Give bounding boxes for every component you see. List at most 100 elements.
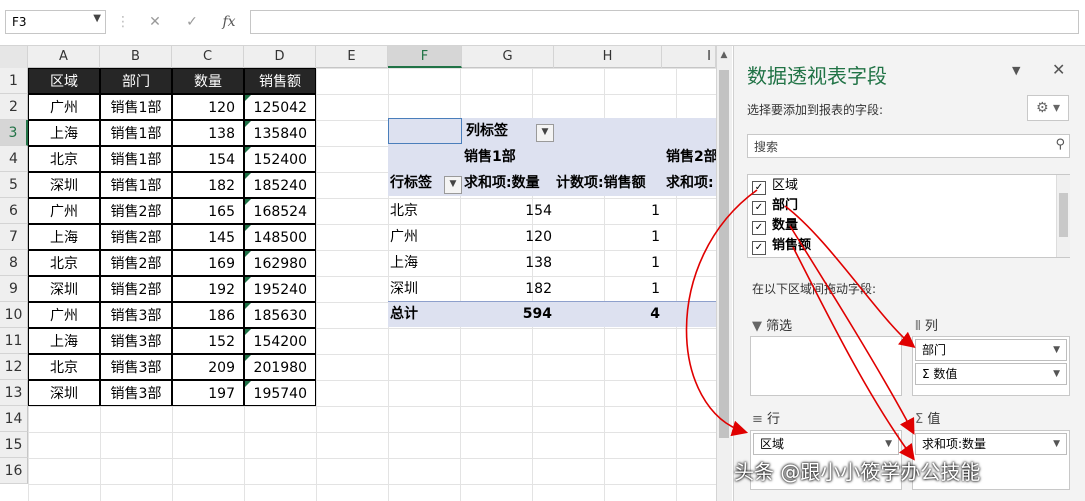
table-cell[interactable]: 销售2部 <box>100 198 172 224</box>
table-cell[interactable]: 201980 <box>244 354 316 380</box>
pivot-value[interactable]: 138 <box>464 250 552 276</box>
gear-icon[interactable]: ⚙ ▾ <box>1027 95 1069 121</box>
scroll-up-icon[interactable]: ▲ <box>716 50 732 64</box>
column-header-f[interactable]: F <box>388 46 462 68</box>
table-cell[interactable]: 120 <box>172 94 244 120</box>
pivot-value[interactable]: 120 <box>464 224 552 250</box>
cancel-icon[interactable]: ✕ <box>140 10 170 34</box>
enter-icon[interactable]: ✓ <box>177 10 207 34</box>
column-filter-dropdown-icon[interactable]: ▼ <box>536 124 554 142</box>
column-header-c[interactable]: C <box>172 46 244 68</box>
table-cell[interactable]: 209 <box>172 354 244 380</box>
table-cell[interactable]: 销售3部 <box>100 328 172 354</box>
filter-drop-zone[interactable] <box>750 336 902 396</box>
pivot-row-label[interactable]: 北京 <box>390 198 460 224</box>
pivot-value[interactable]: 1 <box>556 224 660 250</box>
column-header-e[interactable]: E <box>316 46 388 68</box>
table-cell[interactable]: 154200 <box>244 328 316 354</box>
table-cell[interactable]: 深圳 <box>28 276 100 302</box>
table-cell[interactable]: 销售3部 <box>100 302 172 328</box>
table-cell[interactable]: 广州 <box>28 94 100 120</box>
header-cell-qty[interactable]: 数量 <box>172 68 244 94</box>
chevron-down-icon[interactable]: ▼ <box>885 434 892 454</box>
row-header[interactable]: 6 <box>0 198 28 224</box>
field-list-scrollbar[interactable] <box>1056 175 1070 257</box>
table-cell[interactable]: 销售1部 <box>100 94 172 120</box>
row-header[interactable]: 7 <box>0 224 28 250</box>
column-header-d[interactable]: D <box>244 46 316 68</box>
table-cell[interactable]: 北京 <box>28 250 100 276</box>
table-cell[interactable]: 168524 <box>244 198 316 224</box>
field-item-sales[interactable]: ✓ 销售额 <box>752 237 811 255</box>
row-header[interactable]: 2 <box>0 94 28 120</box>
table-cell[interactable]: 182 <box>172 172 244 198</box>
checkbox-checked-icon[interactable]: ✓ <box>752 181 766 195</box>
column-header-b[interactable]: B <box>100 46 172 68</box>
table-cell[interactable]: 195740 <box>244 380 316 406</box>
pivot-row-label[interactable]: 广州 <box>390 224 460 250</box>
row-header[interactable]: 13 <box>0 380 28 406</box>
row-header[interactable]: 1 <box>0 68 28 94</box>
column-header-g[interactable]: G <box>462 46 554 68</box>
column-header-a[interactable]: A <box>28 46 100 68</box>
row-header[interactable]: 14 <box>0 406 28 432</box>
pivot-total-value[interactable]: 594 <box>464 301 552 327</box>
insert-function-icon[interactable]: fx <box>214 10 244 34</box>
field-list-scroll-thumb[interactable] <box>1059 193 1068 237</box>
table-cell[interactable]: 192 <box>172 276 244 302</box>
header-cell-dept[interactable]: 部门 <box>100 68 172 94</box>
table-cell[interactable]: 186 <box>172 302 244 328</box>
table-cell[interactable]: 广州 <box>28 198 100 224</box>
checkbox-checked-icon[interactable]: ✓ <box>752 201 766 215</box>
row-header[interactable]: 8 <box>0 250 28 276</box>
table-cell[interactable]: 广州 <box>28 302 100 328</box>
select-all-corner[interactable] <box>0 46 28 68</box>
table-cell[interactable]: 上海 <box>28 224 100 250</box>
table-cell[interactable]: 销售2部 <box>100 276 172 302</box>
table-cell[interactable]: 185630 <box>244 302 316 328</box>
chevron-down-icon[interactable]: ▼ <box>1053 364 1060 384</box>
column-field-values[interactable]: Σ 数值 ▼ <box>915 363 1067 385</box>
row-header[interactable]: 16 <box>0 458 28 484</box>
pivot-value[interactable]: 1 <box>556 250 660 276</box>
table-cell[interactable]: 深圳 <box>28 172 100 198</box>
row-header[interactable]: 15 <box>0 432 28 458</box>
table-cell[interactable]: 北京 <box>28 354 100 380</box>
pivot-value[interactable]: 1 <box>556 276 660 302</box>
table-cell[interactable]: 销售1部 <box>100 146 172 172</box>
table-cell[interactable]: 销售3部 <box>100 380 172 406</box>
chevron-down-icon[interactable]: ▼ <box>1053 340 1060 360</box>
column-header-h[interactable]: H <box>554 46 662 68</box>
table-cell[interactable]: 148500 <box>244 224 316 250</box>
panel-options-chevron-icon[interactable]: ▼ <box>1012 64 1020 77</box>
table-cell[interactable]: 154 <box>172 146 244 172</box>
value-field-sum-qty[interactable]: 求和项:数量 ▼ <box>915 433 1067 455</box>
table-cell[interactable]: 销售2部 <box>100 224 172 250</box>
close-icon[interactable]: ✕ <box>1052 60 1065 79</box>
table-cell[interactable]: 135840 <box>244 120 316 146</box>
column-field-dept[interactable]: 部门 ▼ <box>915 339 1067 361</box>
table-cell[interactable]: 169 <box>172 250 244 276</box>
columns-drop-zone[interactable]: 部门 ▼ Σ 数值 ▼ <box>912 336 1070 396</box>
table-cell[interactable]: 152400 <box>244 146 316 172</box>
search-input[interactable]: 搜索 ⚲ <box>747 134 1070 158</box>
table-cell[interactable]: 销售1部 <box>100 120 172 146</box>
table-cell[interactable]: 深圳 <box>28 380 100 406</box>
row-header[interactable]: 4 <box>0 146 28 172</box>
table-cell[interactable]: 145 <box>172 224 244 250</box>
table-cell[interactable]: 162980 <box>244 250 316 276</box>
header-cell-region[interactable]: 区域 <box>28 68 100 94</box>
table-cell[interactable]: 138 <box>172 120 244 146</box>
table-cell[interactable]: 上海 <box>28 328 100 354</box>
table-cell[interactable]: 上海 <box>28 120 100 146</box>
table-cell[interactable]: 165 <box>172 198 244 224</box>
formula-input[interactable] <box>250 10 1079 34</box>
checkbox-checked-icon[interactable]: ✓ <box>752 221 766 235</box>
row-field-region[interactable]: 区域 ▼ <box>753 433 899 455</box>
row-header[interactable]: 10 <box>0 302 28 328</box>
row-filter-dropdown-icon[interactable]: ▼ <box>444 176 462 194</box>
checkbox-checked-icon[interactable]: ✓ <box>752 241 766 255</box>
pivot-value[interactable]: 154 <box>464 198 552 224</box>
table-cell[interactable]: 销售1部 <box>100 172 172 198</box>
pivot-total-label[interactable]: 总计 <box>390 301 460 327</box>
